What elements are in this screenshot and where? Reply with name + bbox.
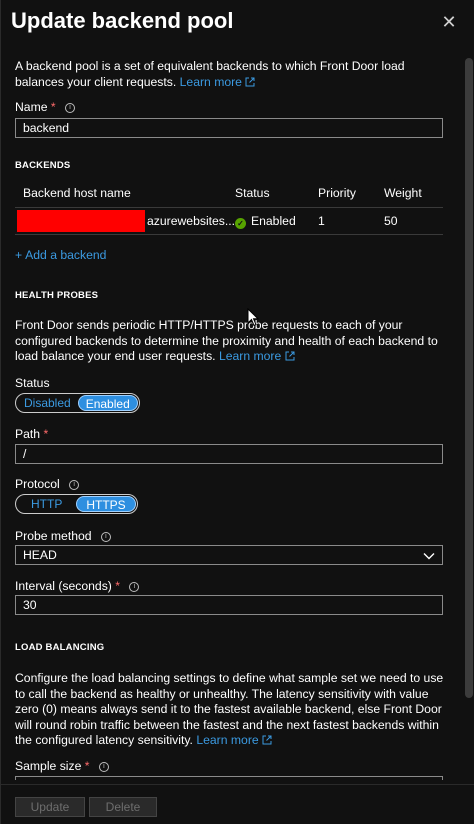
info-icon[interactable]: i — [129, 581, 140, 592]
backend-priority: 1 — [318, 214, 325, 228]
name-input[interactable] — [15, 118, 443, 138]
name-label: Name * i — [15, 100, 76, 114]
external-link-icon — [262, 735, 272, 745]
required-mark: * — [115, 579, 121, 593]
required-mark: * — [84, 759, 90, 773]
backends-section-title: BACKENDS — [15, 160, 71, 171]
column-weight: Weight — [384, 186, 422, 200]
sample-size-input[interactable] — [15, 776, 443, 780]
panel-header: Update backend pool ✕ — [1, 0, 474, 48]
interval-input[interactable] — [15, 595, 443, 615]
path-input[interactable] — [15, 444, 443, 464]
redacted-host-name — [17, 210, 145, 232]
table-divider — [15, 207, 443, 208]
info-icon[interactable]: i — [100, 531, 111, 542]
info-icon[interactable]: i — [69, 479, 80, 490]
close-icon[interactable]: ✕ — [441, 13, 457, 31]
panel-footer: Update Delete — [1, 784, 474, 824]
delete-button[interactable]: Delete — [89, 797, 157, 817]
load-balancing-learn-more-link[interactable]: Learn more — [196, 733, 272, 747]
scrollbar[interactable] — [464, 56, 474, 780]
status-toggle[interactable]: Disabled Enabled — [15, 393, 140, 413]
health-probes-section-title: HEALTH PROBES — [15, 290, 99, 301]
protocol-toggle[interactable]: HTTP HTTPS — [15, 494, 138, 514]
chevron-down-icon — [423, 553, 435, 560]
protocol-label: Protocol i — [15, 477, 80, 491]
health-probes-learn-more-link[interactable]: Learn more — [219, 349, 295, 363]
intro-learn-more-link[interactable]: Learn more — [180, 75, 256, 89]
table-row-divider — [15, 234, 443, 235]
backend-weight: 50 — [384, 214, 398, 228]
interval-label: Interval (seconds) * i — [15, 579, 140, 593]
required-mark: * — [50, 100, 56, 114]
probe-method-value: HEAD — [23, 548, 57, 562]
plus-icon: + — [15, 248, 23, 262]
external-link-icon — [245, 77, 255, 86]
intro-paragraph: A backend pool is a set of equivalent ba… — [15, 59, 445, 90]
protocol-option-http[interactable]: HTTP — [17, 496, 76, 512]
mouse-pointer-icon — [247, 308, 260, 327]
load-balancing-paragraph: Configure the load balancing settings to… — [15, 671, 444, 747]
info-icon[interactable]: i — [98, 761, 109, 772]
health-probes-paragraph: Front Door sends periodic HTTP/HTTPS pro… — [15, 318, 438, 363]
backend-host-suffix[interactable]: azurewebsites.... — [147, 214, 238, 230]
scrollbar-thumb[interactable] — [465, 58, 473, 698]
probe-method-select[interactable]: HEAD — [15, 545, 443, 565]
info-icon[interactable]: i — [65, 102, 76, 113]
update-backend-pool-panel: Update backend pool ✕ A backend pool is … — [0, 0, 474, 824]
probe-method-label: Probe method i — [15, 529, 111, 543]
add-backend-link[interactable]: + Add a backend — [15, 248, 106, 264]
check-circle-icon: ✓ — [235, 218, 246, 229]
status-label: Status — [15, 376, 50, 390]
sample-size-label: Sample size * i — [15, 759, 109, 773]
column-priority: Priority — [318, 186, 356, 200]
column-backend-host-name: Backend host name — [23, 186, 131, 200]
column-status: Status — [235, 186, 270, 200]
status-option-disabled[interactable]: Disabled — [17, 395, 78, 411]
load-balancing-section-title: LOAD BALANCING — [15, 642, 105, 653]
update-button[interactable]: Update — [15, 797, 85, 817]
required-mark: * — [43, 427, 49, 441]
status-option-enabled[interactable]: Enabled — [77, 395, 138, 411]
path-label: Path * — [15, 427, 49, 441]
protocol-option-https[interactable]: HTTPS — [76, 496, 136, 512]
external-link-icon — [285, 351, 295, 361]
panel-title: Update backend pool — [11, 8, 234, 33]
backend-status: ✓ Enabled — [235, 214, 296, 230]
